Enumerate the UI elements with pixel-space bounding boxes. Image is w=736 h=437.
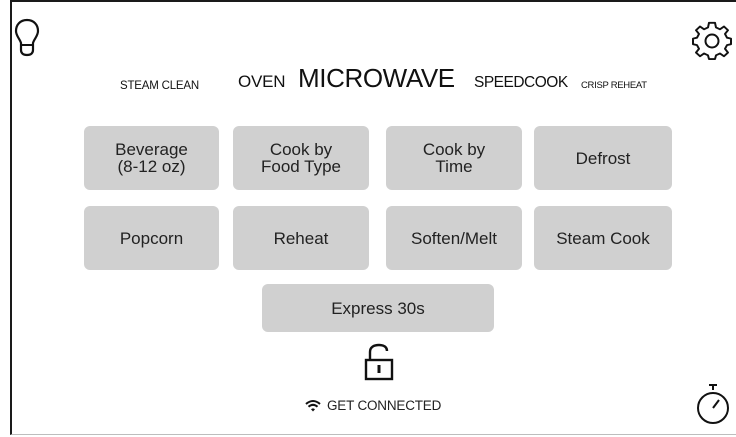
button-label: Cook by	[422, 140, 486, 159]
button-label: Cook by	[269, 140, 333, 159]
button-label: Steam Cook	[556, 228, 650, 248]
steam-cook-button[interactable]: Steam Cook	[534, 206, 672, 270]
defrost-button[interactable]: Defrost	[534, 126, 672, 190]
express-30s-button[interactable]: Express 30s	[262, 284, 494, 332]
beverage-button[interactable]: Beverage (8-12 oz)	[84, 126, 219, 190]
button-sublabel: Time	[435, 157, 473, 176]
get-connected-label: GET CONNECTED	[327, 398, 442, 413]
get-connected-link[interactable]: GET CONNECTED	[305, 398, 441, 413]
mode-microwave[interactable]: MICROWAVE	[298, 63, 455, 94]
timer-icon[interactable]	[696, 384, 730, 426]
unlocked-lock-icon[interactable]	[364, 343, 394, 381]
lightbulb-icon[interactable]	[14, 18, 40, 58]
cook-by-food-type-button[interactable]: Cook by Food Type	[233, 126, 369, 190]
mode-crisp-reheat[interactable]: CRISP REHEAT	[581, 80, 647, 91]
button-label: Soften/Melt	[411, 228, 497, 248]
button-sublabel: Food Type	[260, 157, 342, 176]
cook-by-time-button[interactable]: Cook by Time	[386, 126, 522, 190]
button-label: Express 30s	[331, 298, 425, 318]
button-label: Defrost	[575, 148, 631, 168]
mode-oven[interactable]: OVEN	[238, 72, 286, 92]
button-sublabel: (8-12 oz)	[117, 157, 186, 176]
mode-speedcook[interactable]: SPEEDCOOK	[474, 74, 568, 92]
button-label: Popcorn	[119, 228, 184, 248]
soften-melt-button[interactable]: Soften/Melt	[386, 206, 522, 270]
button-label: Beverage	[115, 140, 188, 159]
popcorn-button[interactable]: Popcorn	[84, 206, 219, 270]
gear-icon[interactable]	[692, 20, 732, 60]
wifi-icon	[305, 400, 321, 412]
mode-steam-clean[interactable]: STEAM CLEAN	[120, 80, 199, 92]
reheat-button[interactable]: Reheat	[233, 206, 369, 270]
mode-selector: STEAM CLEAN OVEN MICROWAVE SPEEDCOOK CRI…	[0, 62, 736, 98]
button-label: Reheat	[273, 228, 329, 248]
